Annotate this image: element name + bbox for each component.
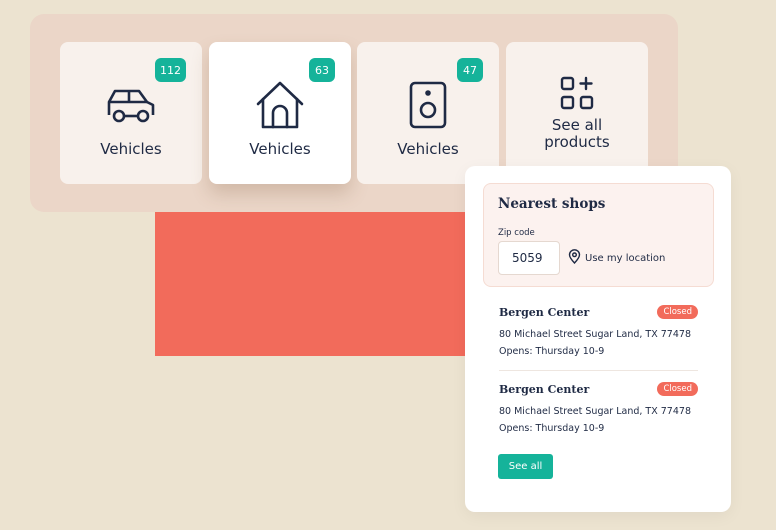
count-badge: 112	[155, 58, 186, 82]
category-card-car[interactable]: 112 Vehicles	[60, 42, 202, 184]
decorative-block	[155, 212, 485, 356]
status-badge: Closed	[657, 382, 698, 396]
use-my-location-label: Use my location	[585, 252, 666, 264]
category-card-speaker[interactable]: 47 Vehicles	[357, 42, 499, 184]
car-icon	[105, 79, 157, 131]
house-icon	[254, 79, 306, 131]
see-all-products-card[interactable]: See all products	[506, 42, 648, 184]
shop-hours: Opens: Thursday 10-9	[499, 423, 605, 434]
use-my-location-button[interactable]: Use my location	[568, 249, 665, 267]
zip-code-input[interactable]: 5059	[498, 241, 560, 275]
grid-add-icon	[551, 73, 603, 113]
category-label: Vehicles	[100, 139, 162, 158]
shop-item[interactable]: Bergen Center Closed 80 Michael Street S…	[499, 382, 698, 434]
count-badge: 63	[309, 58, 335, 82]
category-card-house[interactable]: 63 Vehicles	[209, 42, 351, 184]
speaker-icon	[402, 79, 454, 131]
zip-code-label: Zip code	[498, 228, 535, 238]
status-badge: Closed	[657, 305, 698, 319]
see-all-products-label: See all products	[544, 116, 610, 151]
shops-title: Nearest shops	[498, 196, 606, 212]
shop-address: 80 Michael Street Sugar Land, TX 77478	[499, 329, 691, 340]
shop-item[interactable]: Bergen Center Closed 80 Michael Street S…	[499, 305, 698, 357]
divider	[499, 370, 698, 371]
see-all-button[interactable]: See all	[498, 454, 553, 479]
shop-hours: Opens: Thursday 10-9	[499, 346, 605, 357]
count-badge: 47	[457, 58, 483, 82]
category-label: Vehicles	[397, 139, 459, 158]
location-pin-icon	[568, 249, 581, 267]
shops-search-box: Nearest shops Zip code 5059 Use my locat…	[483, 183, 714, 287]
nearest-shops-widget: Nearest shops Zip code 5059 Use my locat…	[465, 166, 731, 512]
shop-address: 80 Michael Street Sugar Land, TX 77478	[499, 406, 691, 417]
category-label: Vehicles	[249, 139, 311, 158]
